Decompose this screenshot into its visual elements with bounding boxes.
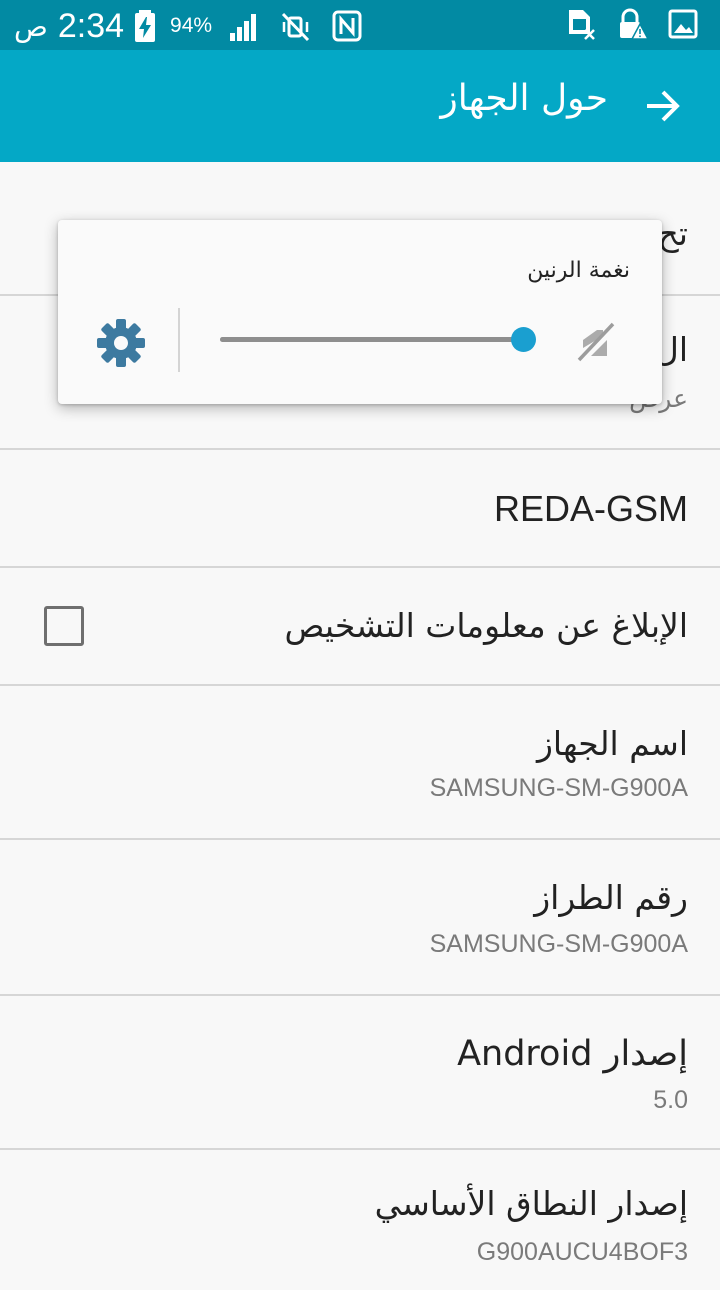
popup-title: نغمة الرنين: [527, 258, 630, 283]
volume-slider-fill: [220, 337, 523, 342]
clock-time: 2:34: [57, 6, 125, 45]
row-title: رقم الطراز: [534, 878, 688, 917]
app-bar: حول الجهاز: [0, 50, 720, 162]
volume-slider-thumb[interactable]: [510, 327, 536, 352]
page-title: حول الجهاز: [440, 78, 608, 119]
row-subtitle: SAMSUNG-SM-G900A: [429, 774, 688, 802]
row-subtitle: 5.0: [653, 1086, 688, 1114]
status-bar-left: ص 2:34 94%: [14, 4, 362, 48]
gear-icon[interactable]: [96, 318, 146, 368]
battery-percent: 94%: [170, 14, 213, 37]
list-item[interactable]: اسم الجهاز SAMSUNG-SM-G900A: [0, 686, 720, 840]
list-item[interactable]: رقم الطراز SAMSUNG-SM-G900A: [0, 840, 720, 996]
diagnostic-checkbox[interactable]: [44, 606, 84, 646]
row-title: إصدار Android: [457, 1034, 688, 1074]
row-title: تح: [657, 214, 689, 253]
signal-icon: [230, 14, 257, 41]
volume-slider[interactable]: [220, 327, 536, 352]
status-bar-right: [566, 8, 698, 40]
diagnostic-report-row[interactable]: الإبلاغ عن معلومات التشخيص: [0, 568, 720, 686]
status-bar: ص 2:34 94%: [0, 0, 720, 50]
no-sim-icon: [569, 10, 595, 40]
list-item[interactable]: إصدار النطاق الأساسي G900AUCU4BOF3: [0, 1150, 720, 1290]
lock-warning-icon: [620, 8, 648, 40]
divider: [178, 308, 180, 372]
list-item[interactable]: REDA-GSM: [0, 450, 720, 568]
battery-charging-icon: [135, 10, 156, 42]
row-title: REDA-GSM: [493, 488, 688, 529]
volume-popup: نغمة الرنين: [58, 220, 662, 404]
list-item[interactable]: إصدار Android 5.0: [0, 996, 720, 1150]
image-icon: [668, 9, 698, 39]
row-title: إصدار النطاق الأساسي: [374, 1184, 688, 1223]
row-title: اسم الجهاز: [537, 724, 688, 763]
row-title: الإبلاغ عن معلومات التشخيص: [284, 606, 688, 645]
vibrate-off-icon: [281, 12, 310, 42]
nfc-icon: [332, 10, 362, 42]
ringer-muted-icon[interactable]: [573, 318, 617, 362]
clock-ampm: ص: [14, 9, 48, 43]
row-subtitle: SAMSUNG-SM-G900A: [429, 930, 688, 958]
row-subtitle: G900AUCU4BOF3: [476, 1238, 688, 1266]
arrow-right-icon[interactable]: [644, 88, 682, 124]
